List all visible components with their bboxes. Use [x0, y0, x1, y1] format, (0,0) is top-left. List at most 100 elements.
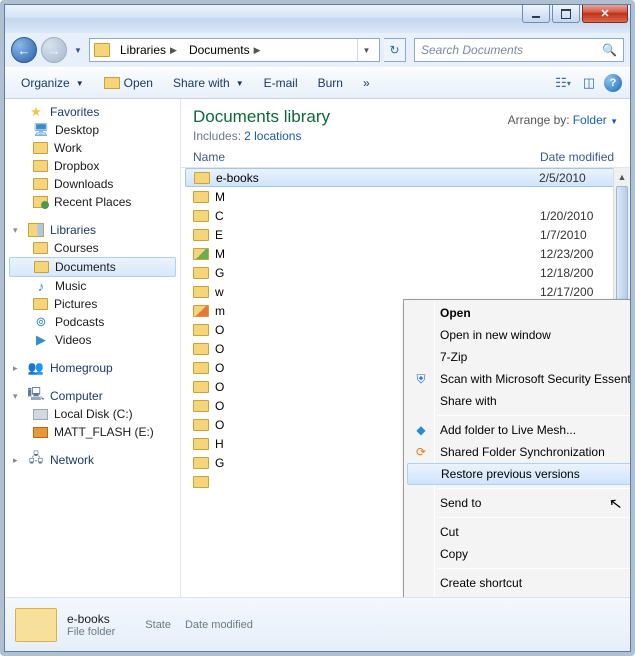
homegroup-icon: 👥	[28, 361, 44, 375]
minimize-button[interactable]	[522, 5, 550, 23]
nav-work[interactable]: Work	[5, 139, 180, 157]
folder-icon	[193, 267, 209, 279]
folder-icon	[193, 229, 209, 241]
nav-videos[interactable]: ▶Videos	[5, 331, 180, 349]
menu-shared-sync[interactable]: ⟳Shared Folder Synchronization▶	[406, 441, 630, 463]
nav-podcasts[interactable]: ⊚Podcasts	[5, 313, 180, 331]
folder-icon	[193, 438, 209, 450]
search-input[interactable]: Search Documents 🔍	[414, 38, 624, 62]
file-date: 12/23/200	[540, 247, 618, 261]
menu-live-mesh[interactable]: ◆Add folder to Live Mesh...	[406, 419, 630, 441]
preview-pane-button[interactable]: ◫	[578, 72, 600, 94]
computer-header[interactable]: ▾🖳Computer	[5, 387, 180, 405]
details-modified-label: Date modified	[185, 619, 253, 631]
folder-icon	[34, 261, 49, 273]
nav-downloads[interactable]: Downloads	[5, 175, 180, 193]
view-options-button[interactable]: ☷▾	[552, 72, 574, 94]
menu-restore-previous[interactable]: Restore previous versions	[407, 463, 630, 485]
help-button[interactable]: ?	[604, 74, 622, 92]
table-row[interactable]: e-books2/5/2010	[185, 168, 626, 187]
column-headers[interactable]: Name Date modified	[181, 147, 630, 168]
libraries-icon	[28, 223, 44, 237]
file-date: 2/5/2010	[539, 171, 617, 185]
details-pane: e-books File folder State Date modified	[5, 597, 630, 651]
nav-desktop[interactable]: 🖥Desktop	[5, 121, 180, 139]
forward-button[interactable]: →	[41, 37, 67, 63]
menu-7zip[interactable]: 7-Zip▶	[406, 346, 630, 368]
network-header[interactable]: ▸🖧Network	[5, 451, 180, 469]
scroll-thumb[interactable]	[616, 186, 628, 306]
folder-icon	[15, 608, 57, 642]
scroll-up-button[interactable]: ▲	[614, 168, 630, 185]
folder-icon	[33, 142, 48, 154]
table-row[interactable]: M12/23/200	[181, 244, 630, 263]
library-title: Documents library	[193, 107, 330, 127]
folder-icon	[94, 43, 110, 57]
file-date: 12/18/200	[540, 266, 618, 280]
table-row[interactable]: G12/18/200	[181, 263, 630, 282]
menu-create-shortcut[interactable]: Create shortcut	[406, 572, 630, 594]
menu-copy[interactable]: Copy	[406, 543, 630, 565]
menu-delete[interactable]: Delete	[406, 594, 630, 597]
search-placeholder: Search Documents	[421, 43, 523, 57]
column-date[interactable]: Date modified	[540, 150, 618, 164]
back-button[interactable]: ←	[11, 37, 37, 63]
music-icon: ♪	[33, 279, 49, 293]
history-dropdown[interactable]: ▼	[71, 40, 85, 60]
star-icon: ★	[28, 105, 44, 119]
menu-open-new-window[interactable]: Open in new window	[406, 324, 630, 346]
table-row[interactable]: M	[181, 187, 630, 206]
more-button[interactable]: »	[355, 74, 378, 92]
menu-scan[interactable]: ⛨Scan with Microsoft Security Essentials…	[406, 368, 630, 390]
refresh-button[interactable]: ↻	[384, 38, 406, 62]
burn-button[interactable]: Burn	[310, 74, 351, 92]
menu-send-to[interactable]: Send to▶	[406, 492, 630, 514]
details-name: e-books	[67, 612, 115, 626]
folder-icon	[193, 419, 209, 431]
nav-pictures[interactable]: Pictures	[5, 295, 180, 313]
folder-icon	[193, 457, 209, 469]
mesh-icon: ◆	[413, 422, 429, 438]
arrange-dropdown[interactable]: Folder ▼	[573, 113, 618, 127]
folder-icon	[193, 305, 209, 317]
network-icon: 🖧	[28, 453, 44, 467]
sync-icon: ⟳	[413, 444, 429, 460]
nav-courses[interactable]: Courses	[5, 239, 180, 257]
file-name: e-books	[216, 171, 539, 185]
file-name: C	[215, 209, 540, 223]
menu-cut[interactable]: Cut	[406, 521, 630, 543]
nav-recent-places[interactable]: Recent Places	[5, 193, 180, 211]
breadcrumb-segment[interactable]: Documents▶	[183, 39, 267, 61]
folder-icon	[193, 476, 209, 488]
locations-link[interactable]: 2 locations	[244, 129, 301, 143]
podcast-icon: ⊚	[33, 315, 49, 329]
nav-music[interactable]: ♪Music	[5, 277, 180, 295]
menu-share-with[interactable]: Share with▶	[406, 390, 630, 412]
menu-open[interactable]: Open	[406, 302, 630, 324]
pictures-icon	[33, 298, 48, 310]
homegroup-header[interactable]: ▸👥Homegroup	[5, 359, 180, 377]
folder-icon	[193, 381, 209, 393]
column-name[interactable]: Name	[193, 150, 540, 164]
desktop-icon: 🖥	[33, 123, 49, 137]
share-with-button[interactable]: Share with▼	[165, 74, 252, 92]
nav-local-disk[interactable]: Local Disk (C:)	[5, 405, 180, 423]
breadcrumb[interactable]: Libraries▶ Documents▶ ▼	[89, 38, 380, 62]
shield-icon: ⛨	[413, 371, 429, 387]
breadcrumb-segment[interactable]: Libraries▶	[114, 39, 183, 61]
nav-usb-drive[interactable]: MATT_FLASH (E:)	[5, 423, 180, 441]
organize-button[interactable]: Organize▼	[13, 74, 92, 92]
close-button[interactable]	[582, 5, 628, 23]
maximize-button[interactable]	[552, 5, 580, 23]
nav-documents[interactable]: Documents	[9, 257, 176, 277]
nav-dropbox[interactable]: Dropbox	[5, 157, 180, 175]
open-button[interactable]: Open	[96, 74, 161, 92]
file-name: E	[215, 228, 540, 242]
favorites-header[interactable]: ★Favorites	[5, 103, 180, 121]
table-row[interactable]: E1/7/2010	[181, 225, 630, 244]
table-row[interactable]: C1/20/2010	[181, 206, 630, 225]
breadcrumb-dropdown[interactable]: ▼	[357, 39, 375, 61]
libraries-header[interactable]: ▾Libraries	[5, 221, 180, 239]
file-date: 1/7/2010	[540, 228, 618, 242]
email-button[interactable]: E-mail	[256, 74, 306, 92]
